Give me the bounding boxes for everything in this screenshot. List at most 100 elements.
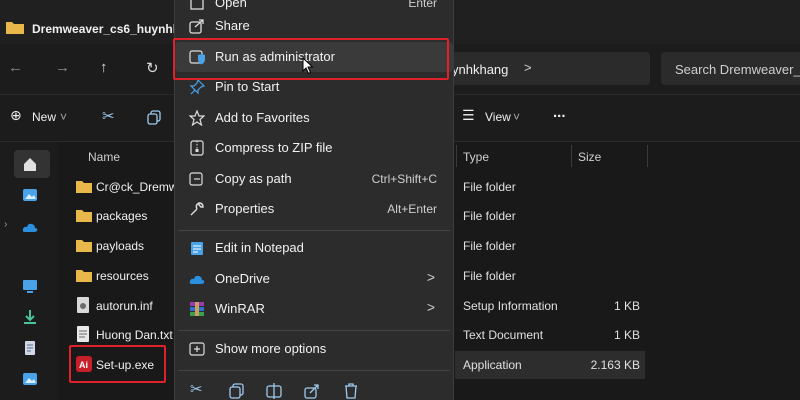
star-icon bbox=[189, 110, 205, 126]
menu-shortcut: Enter bbox=[408, 0, 437, 10]
settings-file-icon bbox=[77, 297, 89, 313]
column-header-type[interactable]: Type bbox=[463, 150, 489, 164]
refresh-icon[interactable]: ↻ bbox=[146, 59, 159, 77]
menu-label: Properties bbox=[215, 201, 275, 216]
menu-label: Add to Favorites bbox=[215, 110, 310, 125]
submenu-chevron-icon: > bbox=[426, 269, 435, 285]
text-file-icon bbox=[77, 326, 89, 342]
copy-icon[interactable] bbox=[228, 382, 246, 400]
menu-item-show-more-options[interactable]: Show more options bbox=[175, 334, 453, 364]
menu-shortcut: Alt+Enter bbox=[387, 202, 437, 216]
folder-icon bbox=[76, 240, 92, 252]
file-type: Text Document bbox=[463, 328, 544, 342]
forward-arrow-icon[interactable]: → bbox=[55, 59, 70, 76]
more-options-button[interactable]: ... bbox=[553, 104, 566, 121]
menu-label: OneDrive bbox=[215, 271, 270, 286]
folder-icon bbox=[76, 270, 92, 282]
onedrive-nav-icon[interactable] bbox=[22, 220, 38, 236]
desktop-icon[interactable] bbox=[22, 278, 38, 294]
documents-icon[interactable] bbox=[22, 340, 38, 356]
new-button[interactable]: New bbox=[32, 110, 56, 124]
cut-icon[interactable]: ✂ bbox=[102, 107, 115, 125]
file-type: Setup Information bbox=[463, 299, 558, 313]
wrench-icon bbox=[190, 202, 204, 216]
menu-label: Show more options bbox=[215, 341, 327, 356]
address-segment[interactable]: ynhkhang bbox=[452, 62, 508, 77]
column-divider[interactable] bbox=[456, 145, 457, 167]
back-arrow-icon[interactable]: ← bbox=[8, 59, 23, 76]
column-divider[interactable] bbox=[647, 145, 648, 167]
menu-shortcut: Ctrl+Shift+C bbox=[371, 172, 437, 186]
zip-icon bbox=[190, 140, 204, 156]
notepad-icon bbox=[191, 242, 203, 255]
rename-icon[interactable] bbox=[265, 382, 283, 400]
file-name[interactable]: payloads bbox=[96, 239, 144, 253]
delete-icon[interactable] bbox=[342, 382, 360, 400]
menu-item-share[interactable]: Share bbox=[175, 11, 453, 41]
menu-item-properties[interactable]: Properties Alt+Enter bbox=[175, 194, 453, 224]
file-size: 1 KB bbox=[613, 328, 640, 342]
highlight-box-run-as-admin bbox=[173, 38, 449, 80]
file-name[interactable]: resources bbox=[96, 269, 149, 283]
menu-item-compress-to-zip[interactable]: Compress to ZIP file bbox=[175, 133, 453, 163]
file-type: File folder bbox=[463, 239, 516, 253]
folder-icon bbox=[6, 22, 24, 34]
file-name[interactable]: packages bbox=[96, 209, 147, 223]
file-size: 1 KB bbox=[613, 299, 640, 313]
menu-item-add-to-favorites[interactable]: Add to Favorites bbox=[175, 103, 453, 133]
share-icon bbox=[189, 19, 204, 34]
menu-separator bbox=[178, 230, 450, 231]
file-type: File folder bbox=[463, 180, 516, 194]
menu-item-edit-in-notepad[interactable]: Edit in Notepad bbox=[175, 233, 453, 263]
menu-label: Share bbox=[215, 18, 250, 33]
address-chevron-icon[interactable]: > bbox=[524, 60, 532, 75]
home-icon[interactable] bbox=[22, 156, 38, 172]
file-type: Application bbox=[463, 358, 522, 372]
downloads-icon[interactable] bbox=[22, 309, 38, 325]
menu-label: Compress to ZIP file bbox=[215, 140, 333, 155]
menu-separator bbox=[178, 370, 450, 371]
submenu-chevron-icon: > bbox=[426, 299, 435, 315]
view-lines-icon[interactable]: ☰ bbox=[462, 107, 475, 124]
column-header-size[interactable]: Size bbox=[578, 150, 601, 164]
onedrive-icon bbox=[189, 275, 205, 284]
pictures-icon[interactable] bbox=[22, 371, 38, 387]
open-icon bbox=[190, 0, 204, 10]
menu-label: Pin to Start bbox=[215, 79, 280, 94]
window-title: Dremweaver_cs6_huynhkha bbox=[32, 22, 194, 36]
copy-icon[interactable] bbox=[147, 110, 162, 125]
column-divider[interactable] bbox=[571, 145, 572, 167]
pin-icon bbox=[189, 79, 205, 95]
chevron-down-icon[interactable]: ˅ bbox=[60, 110, 67, 124]
menu-label: Copy as path bbox=[215, 171, 292, 186]
plus-icon[interactable]: ⊕ bbox=[10, 107, 22, 124]
file-name[interactable]: autorun.inf bbox=[96, 299, 153, 313]
expand-chevron-icon[interactable]: › bbox=[4, 219, 7, 230]
highlight-box-setup bbox=[69, 345, 166, 383]
menu-label: Open bbox=[215, 0, 247, 10]
file-type: File folder bbox=[463, 269, 516, 283]
navigation-pane bbox=[0, 142, 58, 400]
up-arrow-icon[interactable]: ↑ bbox=[100, 59, 108, 76]
menu-item-winrar[interactable]: WinRAR > bbox=[175, 294, 453, 324]
file-size: 2.163 KB bbox=[590, 358, 640, 372]
view-chevron-down-icon[interactable]: ˅ bbox=[513, 110, 520, 124]
search-placeholder[interactable]: Search Dremweaver_c bbox=[675, 62, 800, 77]
menu-item-onedrive[interactable]: OneDrive > bbox=[175, 264, 453, 294]
menu-separator bbox=[178, 330, 450, 331]
menu-item-copy-as-path[interactable]: Copy as path Ctrl+Shift+C bbox=[175, 164, 453, 194]
winrar-icon bbox=[190, 302, 204, 316]
cut-icon[interactable]: ✂ bbox=[190, 380, 203, 398]
view-button[interactable]: View bbox=[485, 110, 511, 124]
folder-icon bbox=[76, 181, 92, 193]
file-name[interactable]: Huong Dan.txt bbox=[96, 328, 173, 342]
more-options-icon bbox=[189, 342, 205, 356]
file-name[interactable]: Cr@ck_Dremwe bbox=[96, 180, 184, 194]
folder-icon bbox=[76, 210, 92, 222]
share-icon[interactable] bbox=[303, 382, 321, 400]
column-header-name[interactable]: Name bbox=[88, 150, 120, 164]
file-type: File folder bbox=[463, 209, 516, 223]
menu-label: WinRAR bbox=[215, 301, 265, 316]
copy-path-icon bbox=[189, 172, 203, 186]
gallery-icon[interactable] bbox=[22, 187, 38, 203]
